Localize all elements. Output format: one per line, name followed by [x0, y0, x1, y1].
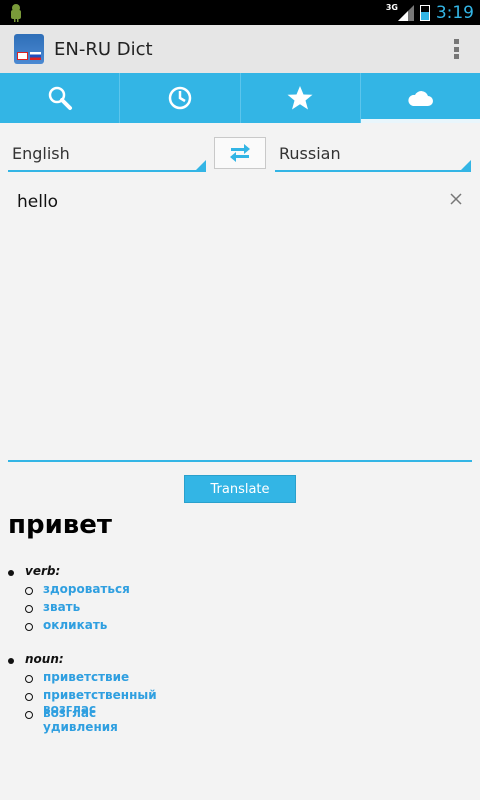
network-type: 3G	[385, 2, 398, 12]
android-notification-icon	[11, 4, 21, 22]
action-bar: EN-RU Dict	[0, 25, 480, 73]
source-text-input[interactable]: hello	[8, 180, 472, 462]
swap-icon	[230, 144, 250, 162]
bullet-icon	[8, 570, 14, 576]
meaning-link[interactable]: приветствие	[43, 670, 129, 684]
tab-search[interactable]	[0, 73, 121, 123]
bullet-icon	[25, 711, 33, 719]
overflow-menu-icon[interactable]	[446, 37, 466, 61]
tab-bar	[0, 73, 480, 123]
bullet-icon	[25, 623, 33, 631]
pos-label: noun:	[25, 652, 64, 666]
meaning-link[interactable]: звать	[43, 600, 80, 614]
app-icon[interactable]	[14, 34, 44, 64]
tab-online[interactable]	[360, 73, 480, 123]
star-icon	[287, 86, 313, 110]
bullet-icon	[8, 658, 14, 664]
source-language-spinner[interactable]: English	[8, 136, 206, 172]
bullet-icon	[25, 693, 33, 701]
status-bar: 3G 3:19	[0, 0, 480, 25]
meaning-link[interactable]: возглас удивления	[43, 706, 118, 734]
target-language-label: Russian	[279, 144, 341, 163]
dropdown-corner-icon	[461, 160, 471, 170]
result-word: привет	[8, 510, 112, 540]
battery-icon	[419, 4, 430, 21]
meaning-link[interactable]: окликать	[43, 618, 107, 632]
tab-history[interactable]	[120, 73, 241, 123]
tab-favorites[interactable]	[241, 73, 361, 123]
signal-icon: 3G	[386, 3, 414, 21]
source-language-label: English	[12, 144, 70, 163]
search-icon	[48, 86, 72, 110]
clear-icon[interactable]	[448, 191, 464, 207]
meaning-link[interactable]: здороваться	[43, 582, 130, 596]
source-text-value: hello	[17, 192, 59, 212]
translate-button[interactable]: Translate	[184, 475, 296, 503]
swap-languages-button[interactable]	[214, 137, 266, 169]
dropdown-corner-icon	[196, 160, 206, 170]
app-title: EN-RU Dict	[54, 38, 153, 60]
bullet-icon	[25, 587, 33, 595]
pos-label: verb:	[25, 564, 61, 578]
cloud-icon	[408, 91, 434, 106]
bullet-icon	[25, 605, 33, 613]
target-language-spinner[interactable]: Russian	[275, 136, 471, 172]
status-time: 3:19	[435, 2, 474, 23]
history-icon	[168, 86, 192, 110]
bullet-icon	[25, 675, 33, 683]
